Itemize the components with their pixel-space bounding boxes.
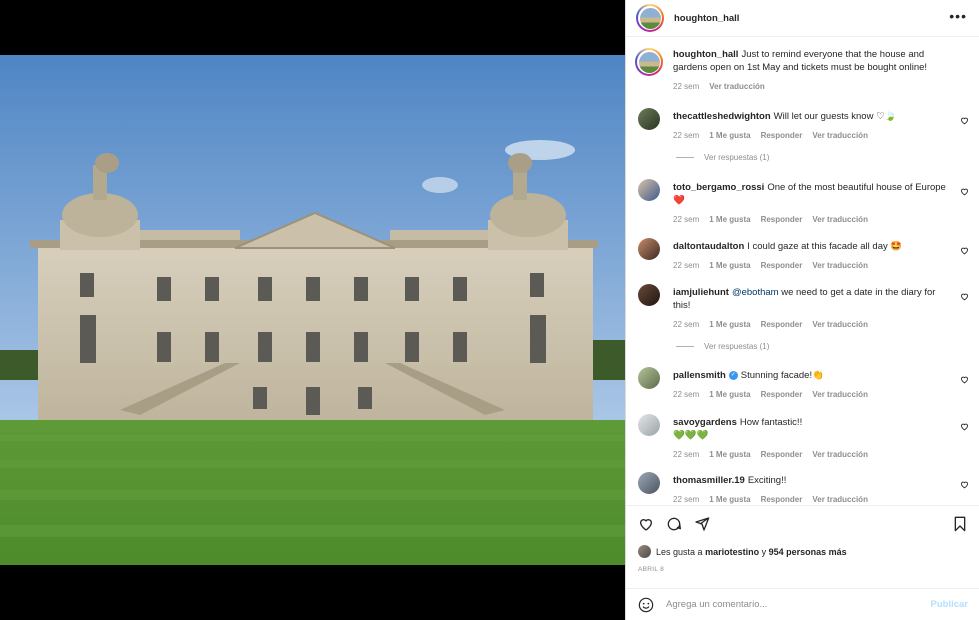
commenter-avatar[interactable] (638, 179, 660, 201)
comment-likes[interactable]: 1 Me gusta (709, 213, 750, 226)
heart-icon[interactable] (960, 480, 969, 489)
comment-username[interactable]: pallensmith (673, 370, 726, 381)
view-replies[interactable]: Ver respuestas (1) (676, 342, 769, 351)
comment-mention[interactable]: @ebotham (732, 287, 779, 298)
translate-link[interactable]: Ver traducción (812, 259, 868, 272)
reply-button[interactable]: Responder (761, 213, 803, 226)
likes-prefix: Les gusta a (656, 546, 703, 557)
bookmark-icon[interactable] (952, 516, 968, 532)
comment-time[interactable]: 22 sem (673, 388, 699, 401)
comment-time[interactable]: 22 sem (673, 448, 699, 461)
comment-likes[interactable]: 1 Me gusta (709, 388, 750, 401)
commenter-avatar[interactable] (638, 472, 660, 494)
comment-time[interactable]: 22 sem (673, 318, 699, 331)
comment-text: Exciting!! (747, 475, 787, 486)
post-media[interactable] (0, 0, 625, 620)
share-icon[interactable] (694, 516, 710, 532)
reply-button[interactable]: Responder (761, 318, 803, 331)
action-bar (626, 505, 979, 545)
comment-likes[interactable]: 1 Me gusta (709, 493, 750, 504)
comment-time[interactable]: 22 sem (673, 493, 699, 504)
comment-time[interactable]: 22 sem (673, 129, 699, 142)
comment-composer: Publicar (626, 588, 979, 620)
comment-text: How fantastic!! (739, 417, 803, 428)
comment-time[interactable]: 22 sem (673, 213, 699, 226)
comment-username[interactable]: savoygardens (673, 417, 737, 428)
likes-count[interactable]: 954 personas más (769, 547, 847, 557)
liker-username[interactable]: mariotestino (705, 547, 759, 557)
comment-username[interactable]: daltontaudalton (673, 241, 744, 252)
caption-time[interactable]: 22 sem (673, 80, 699, 93)
heart-icon[interactable] (960, 422, 969, 431)
commenter-avatar[interactable] (638, 367, 660, 389)
translate-link[interactable]: Ver traducción (812, 388, 868, 401)
liker-avatar (638, 545, 651, 558)
comment-username[interactable]: thecattleshedwighton (673, 111, 771, 122)
verified-badge-icon: ✓ (728, 370, 738, 380)
post-panel: houghton_hall ••• houghton_hall Just to r… (625, 0, 979, 620)
caption-username[interactable]: houghton_hall (673, 49, 738, 60)
comment-username[interactable]: iamjuliehunt (673, 287, 729, 298)
comment-time[interactable]: 22 sem (673, 259, 699, 272)
caption-avatar[interactable] (635, 48, 663, 76)
comment-likes[interactable]: 1 Me gusta (709, 129, 750, 142)
comment-icon[interactable] (666, 516, 682, 532)
reply-button[interactable]: Responder (761, 259, 803, 272)
comment-likes[interactable]: 1 Me gusta (709, 259, 750, 272)
translate-link[interactable]: Ver traducción (812, 213, 868, 226)
commenter-avatar[interactable] (638, 238, 660, 260)
emoji-icon[interactable] (638, 597, 654, 613)
view-replies[interactable]: Ver respuestas (1) (676, 153, 769, 162)
post-photo (0, 55, 625, 565)
comments-list[interactable]: houghton_hall Just to remind everyone tha… (626, 38, 979, 504)
comment-likes[interactable]: 1 Me gusta (709, 318, 750, 331)
comment-emoji: 💚💚💚 (673, 430, 709, 441)
comment-text: Will let our guests know ♡🍃 (773, 111, 897, 122)
author-username[interactable]: houghton_hall (674, 13, 739, 24)
translate-link[interactable]: Ver traducción (812, 318, 868, 331)
comment-input[interactable] (666, 599, 931, 610)
heart-icon[interactable] (960, 187, 969, 196)
heart-icon[interactable] (960, 375, 969, 384)
more-horizontal-icon[interactable]: ••• (949, 9, 967, 23)
heart-icon[interactable] (960, 246, 969, 255)
reply-button[interactable]: Responder (761, 129, 803, 142)
comment-text: I could gaze at this facade all day 🤩 (747, 241, 903, 252)
heart-icon[interactable] (960, 116, 969, 125)
comment-likes[interactable]: 1 Me gusta (709, 448, 750, 461)
likes-conj: y (761, 546, 767, 557)
post-header: houghton_hall ••• (626, 0, 979, 37)
comment-username[interactable]: toto_bergamo_rossi (673, 182, 764, 193)
reply-button[interactable]: Responder (761, 388, 803, 401)
comment-username[interactable]: thomasmiller.19 (673, 475, 745, 486)
caption-translate-link[interactable]: Ver traducción (709, 80, 765, 93)
heart-icon[interactable] (638, 516, 654, 532)
post-date[interactable]: ABRIL 8 (638, 566, 664, 573)
translate-link[interactable]: Ver traducción (812, 448, 868, 461)
likes-summary[interactable]: Les gusta a mariotestino y 954 personas … (638, 545, 847, 558)
heart-icon[interactable] (960, 292, 969, 301)
translate-link[interactable]: Ver traducción (812, 129, 868, 142)
commenter-avatar[interactable] (638, 108, 660, 130)
commenter-avatar[interactable] (638, 414, 660, 436)
author-avatar[interactable] (636, 4, 664, 32)
comment-text: Stunning facade!👏 (740, 370, 824, 381)
commenter-avatar[interactable] (638, 284, 660, 306)
reply-button[interactable]: Responder (761, 448, 803, 461)
reply-button[interactable]: Responder (761, 493, 803, 504)
translate-link[interactable]: Ver traducción (812, 493, 868, 504)
publish-button[interactable]: Publicar (931, 599, 969, 610)
